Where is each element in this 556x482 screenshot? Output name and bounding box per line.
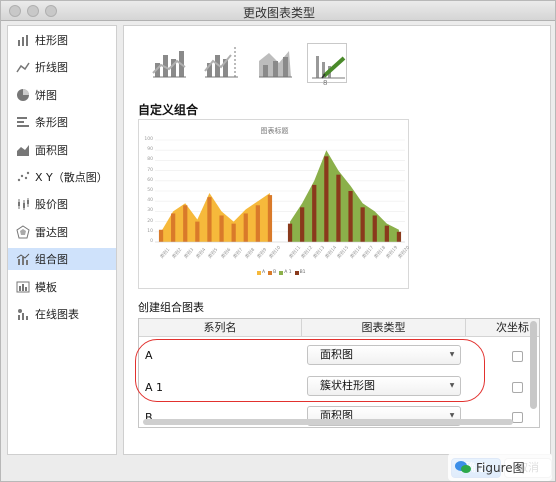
legend-entry: B1 [294, 270, 306, 275]
col-header-chart-type: 图表类型 [302, 319, 466, 337]
column-bar [312, 184, 317, 242]
sidebar-item-label: 股价图 [35, 198, 68, 212]
col-header-series-name: 系列名 [139, 319, 302, 337]
sidebar-item-5[interactable]: 面积图 [8, 139, 116, 161]
legend-swatch [294, 270, 299, 275]
sidebar-item-7[interactable]: 股价图 [8, 193, 116, 215]
combo-subtype-custom-button[interactable] [307, 43, 347, 83]
column-bar [171, 213, 176, 242]
column-chart-icon [18, 35, 28, 46]
sidebar-item-label: 组合图 [35, 253, 68, 267]
sidebar-item-label: 模板 [35, 280, 57, 294]
area-series-A [161, 193, 270, 242]
chart-preview: 图表标题 100 90 80 70 60 50 40 30 20 10 0 ABA 1 B1 类别1 类… [138, 119, 411, 289]
sidebar-item-2[interactable]: 折线图 [8, 56, 116, 78]
chart-type-sidebar: 柱形图折线图饼图条形图面积图 X Y（散点图） 股价图雷达图组合图模板在线图表 [7, 25, 117, 455]
stacked-area-column-icon [259, 51, 292, 78]
sidebar-item-10[interactable]: 模板 [8, 276, 116, 298]
area-chart-icon [17, 144, 29, 156]
legend-swatch [257, 270, 261, 275]
combo-subtype-1-button[interactable] [149, 43, 189, 83]
table-horizontal-scrollbar[interactable] [143, 419, 513, 425]
sidebar-item-11[interactable]: 在线图表 [8, 303, 116, 325]
column-bar [243, 213, 248, 242]
wechat-logo-icon [455, 461, 471, 473]
legend-entry: B [268, 270, 276, 275]
stock-chart-icon [18, 198, 29, 211]
column-bar [207, 197, 212, 242]
sidebar-item-label: 折线图 [35, 61, 68, 75]
column-bar [231, 223, 236, 242]
legend-swatch [279, 270, 284, 275]
window-title: 更改图表类型 [242, 6, 315, 20]
column-bar [158, 229, 164, 242]
legend-entry: A 1 [279, 270, 292, 275]
sidebar-item-6[interactable]: X Y（散点图） [8, 166, 116, 188]
column-bar [300, 207, 305, 242]
column-bar [255, 205, 260, 242]
col-header-secondary-axis: 次坐标 [466, 319, 539, 337]
custom-combo-icon [312, 56, 346, 79]
column-bar [372, 215, 377, 242]
area-series-A1 [290, 150, 399, 242]
sidebar-item-label: X Y（散点图） [35, 171, 108, 184]
title-bar: 更改图表类型 [1, 1, 555, 21]
table-vertical-scrollbar[interactable] [530, 321, 537, 409]
column-bar [384, 225, 389, 242]
column-bar [287, 223, 293, 242]
combo-chart-icon [16, 253, 30, 266]
sidebar-item-4[interactable]: 条形图 [8, 111, 116, 133]
sidebar-item-9[interactable]: 组合图 [8, 248, 116, 271]
watermark: Figure图 [448, 453, 552, 481]
sidebar-item-label: 柱形图 [35, 34, 68, 47]
subtype-caption: 8 [323, 79, 328, 87]
series-A-secondary-checkbox[interactable] [512, 351, 523, 362]
radar-chart-icon [16, 225, 30, 239]
sidebar-item-label: 饼图 [35, 88, 57, 102]
column-bar [183, 205, 188, 242]
legend-swatch [268, 270, 273, 275]
column-line-combo-icon [152, 51, 186, 78]
sidebar-item-label: 雷达图 [35, 225, 68, 239]
column-bar [324, 156, 329, 242]
line-chart-icon [16, 62, 30, 73]
column-bar [348, 191, 353, 242]
online-chart-icon [18, 309, 28, 320]
custom-combo-heading: 自定义组合 [138, 103, 199, 117]
column-bar [219, 215, 224, 242]
chart-legend: ABA 1 B1 [257, 270, 306, 275]
sidebar-item-label: 条形图 [35, 116, 68, 130]
combo-chart-plot [155, 139, 405, 243]
bar-chart-icon [17, 117, 29, 128]
sidebar-item-3[interactable]: 饼图 [8, 84, 116, 106]
create-combo-heading: 创建组合图表 [138, 301, 204, 314]
series-A1-secondary-checkbox[interactable] [512, 382, 523, 393]
annotation-highlight-ellipse [135, 339, 485, 402]
scatter-chart-icon [17, 171, 30, 182]
template-icon [16, 281, 30, 293]
change-chart-type-window: 更改图表类型 柱形图折线图饼图条形图面积图 X Y（散点图） 股价图雷达图组合图模板… [0, 0, 556, 482]
sidebar-item-1[interactable]: 柱形图 [8, 29, 116, 51]
combo-subtype-2-button[interactable] [201, 43, 241, 83]
sidebar-item-8[interactable]: 雷达图 [8, 221, 116, 243]
series-B-secondary-checkbox[interactable] [512, 412, 523, 423]
column-bar [195, 221, 200, 242]
combo-subtype-3-button[interactable] [255, 43, 295, 83]
column-bar [267, 195, 273, 242]
column-bar [360, 207, 365, 242]
column-bar [396, 231, 402, 242]
column-bar [336, 174, 341, 242]
sidebar-item-label: 面积图 [35, 143, 68, 157]
sidebar-item-label: 在线图表 [35, 308, 79, 321]
pie-chart-icon [17, 88, 29, 101]
legend-entry: A [257, 270, 265, 275]
column-line-secondary-axis-icon [204, 47, 238, 78]
